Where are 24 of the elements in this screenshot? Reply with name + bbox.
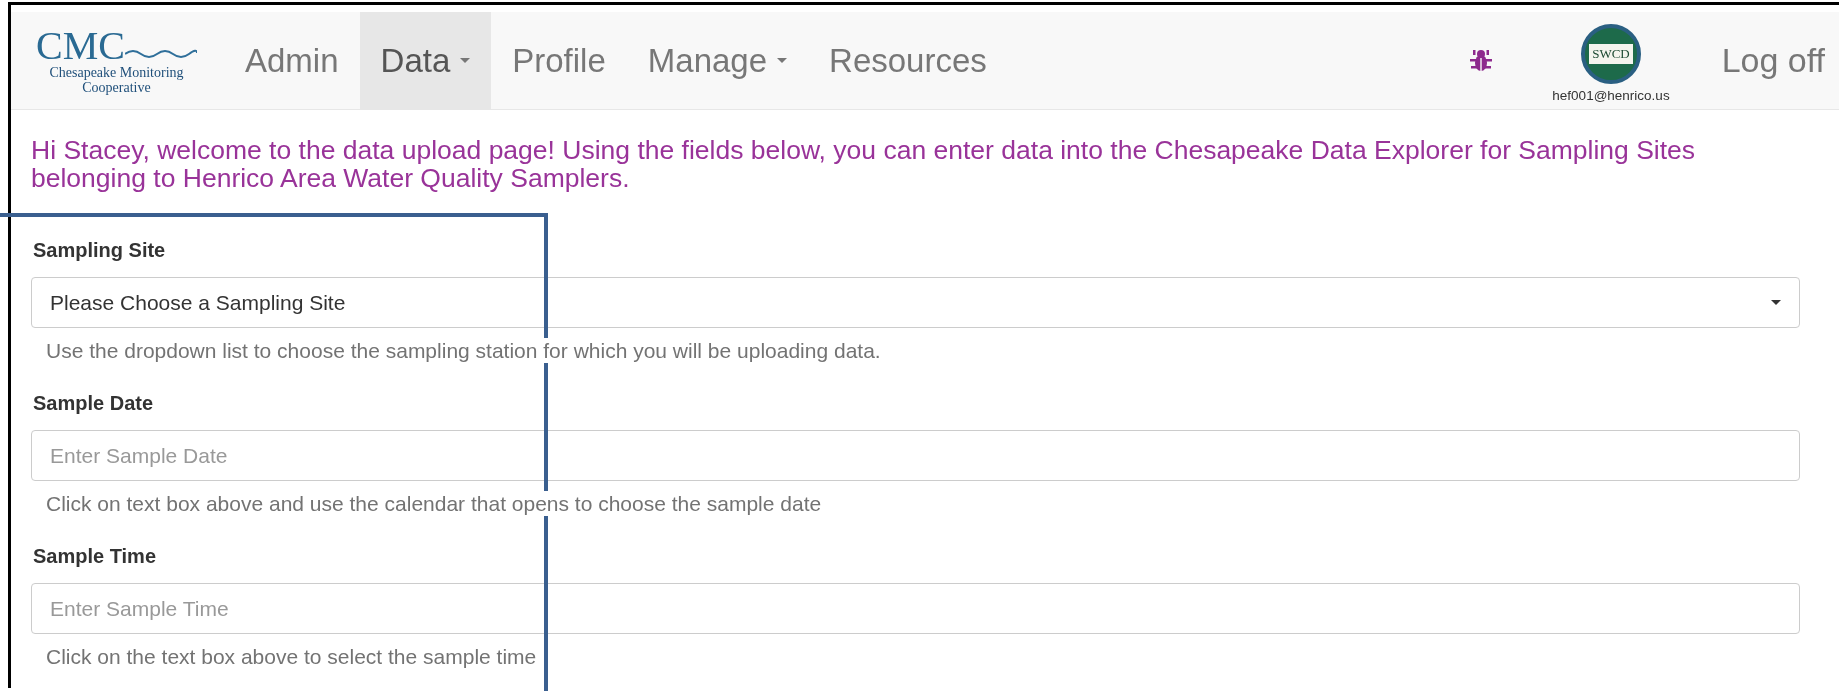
nav-item[interactable]: Profile: [491, 12, 627, 109]
logo-title: CMC: [36, 26, 125, 65]
caret-icon: [777, 58, 788, 63]
welcome-message: Hi Stacey, welcome to the data upload page! Using the fields below, you can enter data into the Chesapeake Data Explorer for Sampling Sites belonging to Henrico Area Water Quality Samplers.: [31, 136, 1697, 192]
field-label: Sample Date: [33, 391, 154, 416]
caret-icon: [1771, 300, 1781, 305]
field-label: Sample Time: [33, 544, 157, 569]
user-email: hef001@henrico.us: [1552, 88, 1670, 103]
logoff-link[interactable]: Log off: [1721, 41, 1825, 80]
logo-subtitle: Cooperative: [82, 79, 151, 95]
avatar[interactable]: SWCD: [1581, 24, 1641, 84]
nav-item[interactable]: Resources: [808, 12, 1008, 109]
nav-item[interactable]: Data: [359, 12, 492, 109]
bug-icon[interactable]: [1470, 48, 1493, 73]
field-label: Sampling Site: [33, 238, 166, 263]
caret-icon: [460, 58, 471, 63]
help-text: Click on text box above and use the calendar that opens to choose the sample date: [46, 491, 822, 516]
logo-subtitle: Chesapeake Monitoring: [49, 64, 184, 80]
input-field[interactable]: Enter Sample Date: [31, 430, 1800, 481]
nav-item[interactable]: Admin: [224, 12, 360, 109]
help-text: Use the dropdown list to choose the sampling station for which you will be uploading data.: [46, 338, 881, 363]
nav-item[interactable]: Manage: [626, 12, 809, 109]
input-field[interactable]: Enter Sample Time: [31, 583, 1800, 634]
select-field[interactable]: Please Choose a Sampling Site: [31, 277, 1800, 328]
